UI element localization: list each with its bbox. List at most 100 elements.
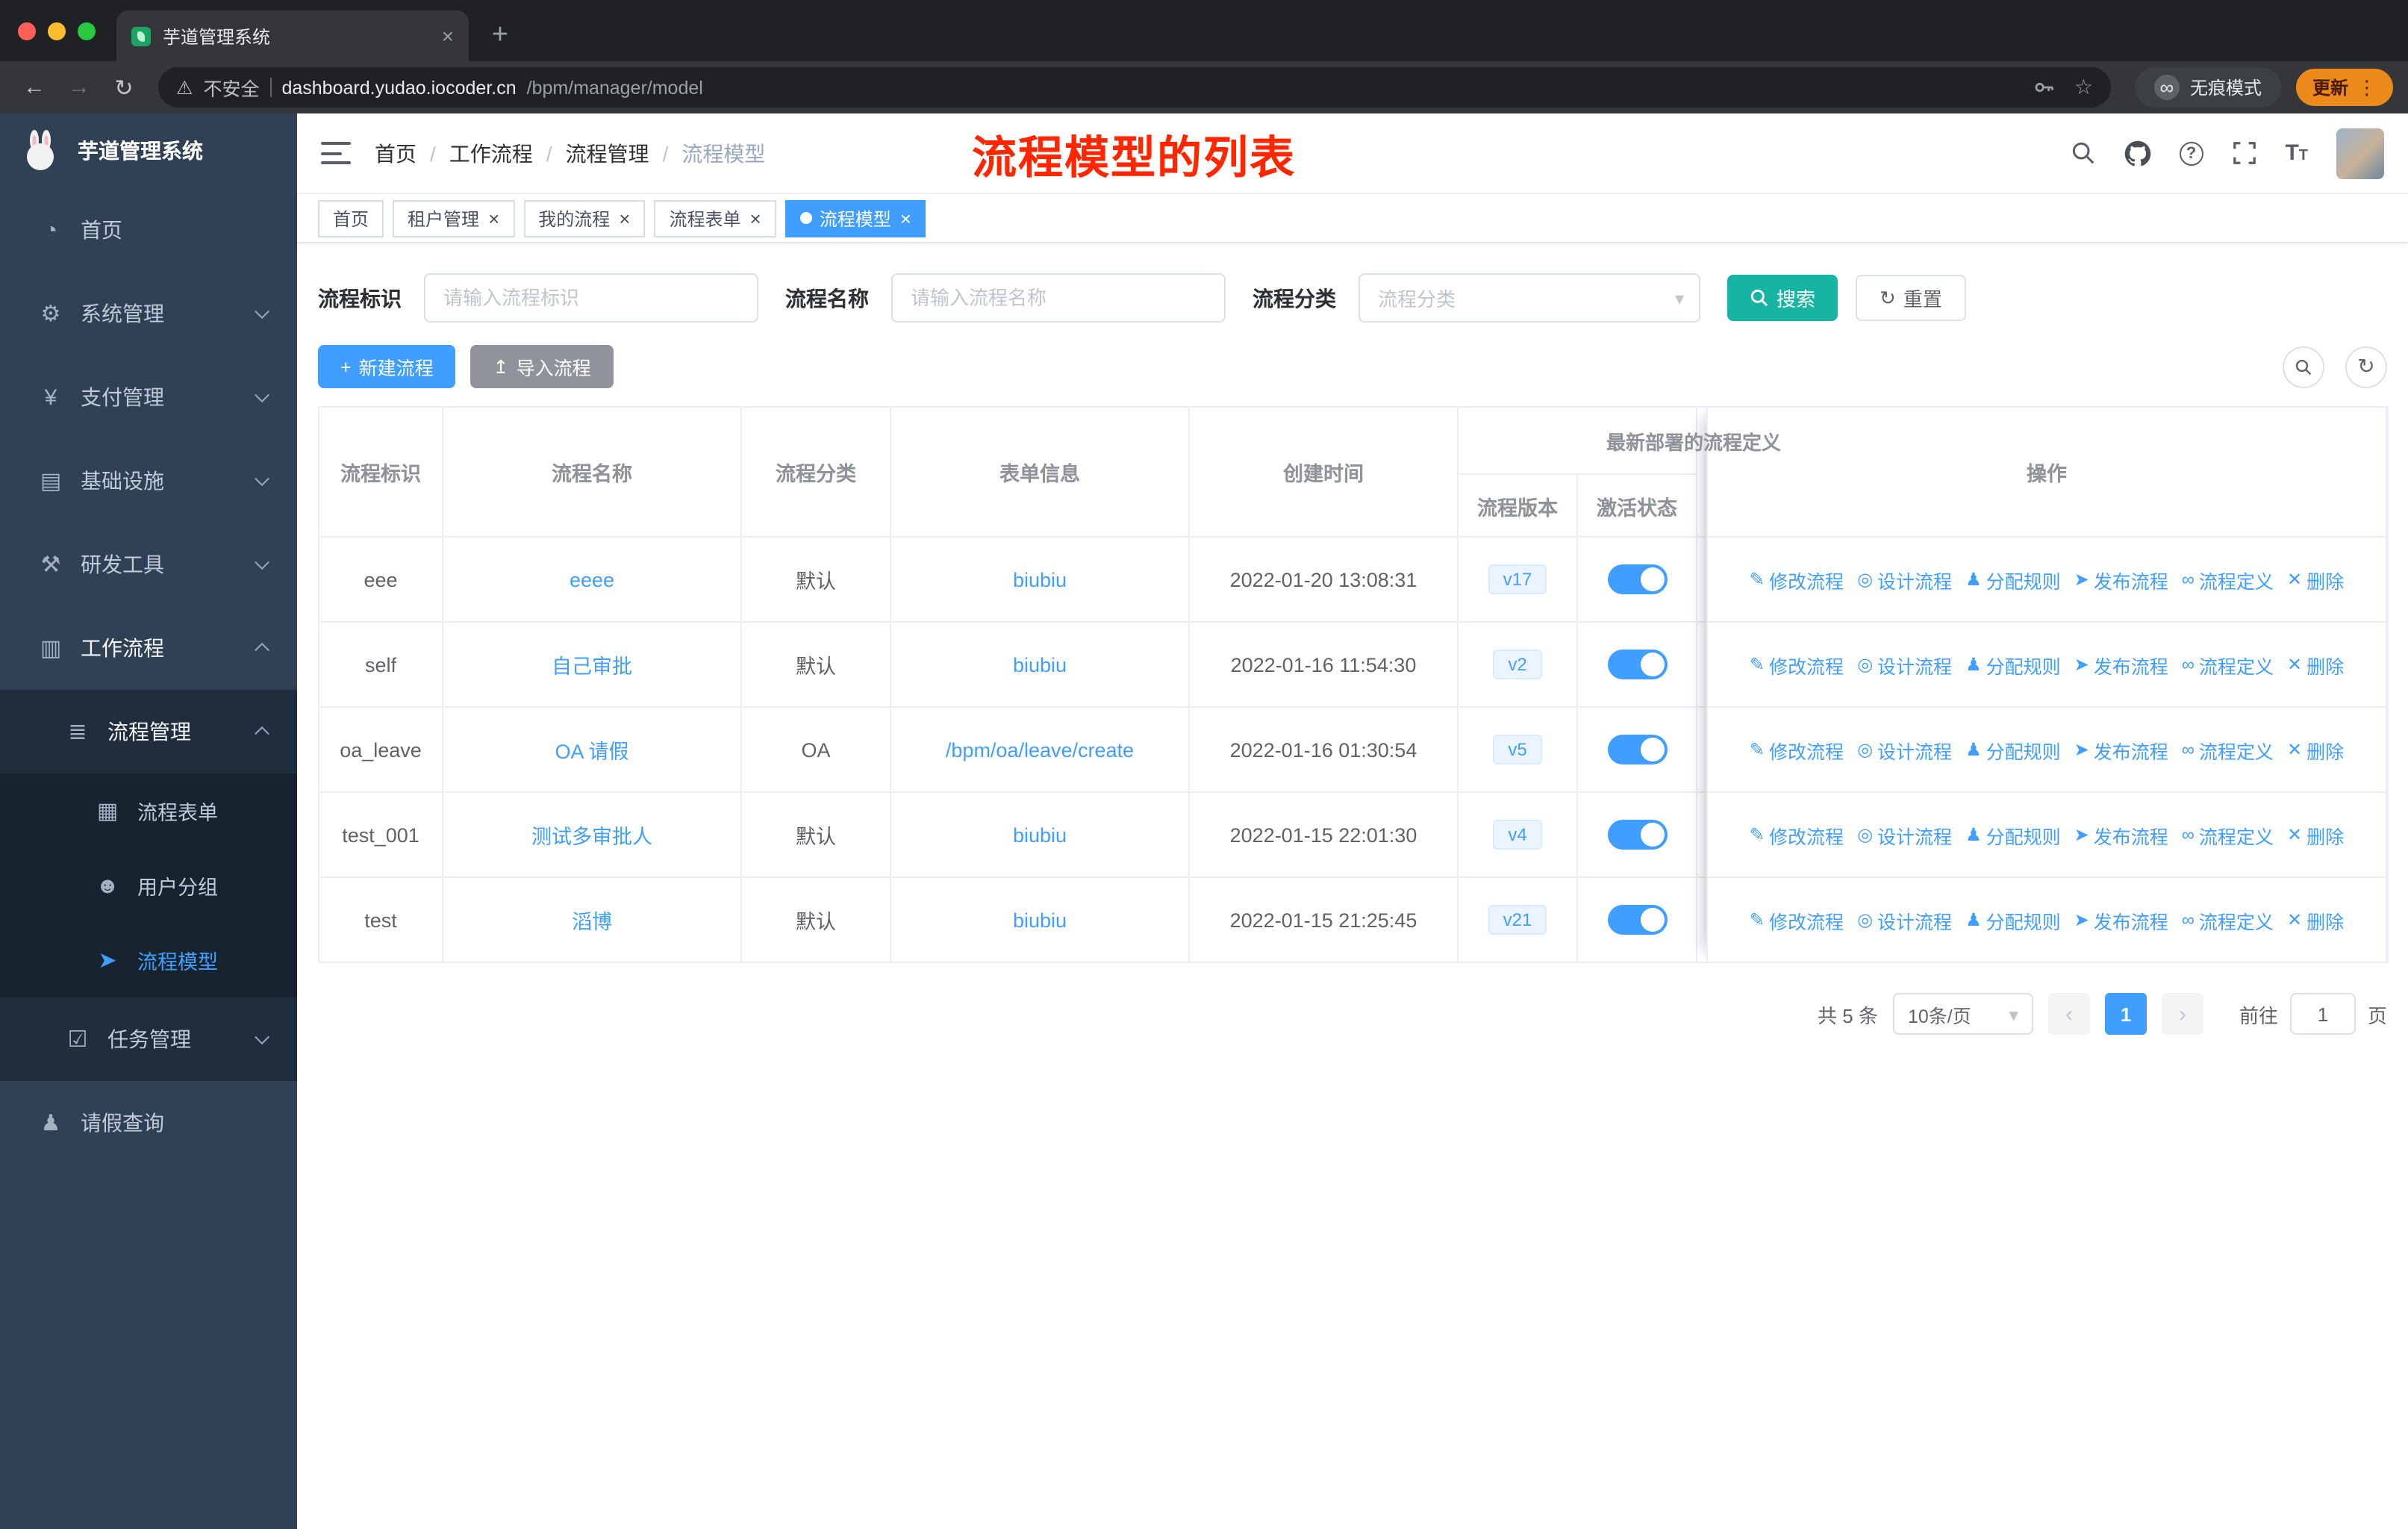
- process-name-input[interactable]: [891, 273, 1226, 323]
- delete-process-link[interactable]: ✕ 删除: [2287, 565, 2344, 594]
- tag-process-form[interactable]: 流程表单 ×: [654, 199, 776, 237]
- tag-process-model[interactable]: 流程模型 ×: [785, 199, 926, 237]
- help-icon[interactable]: ?: [2179, 141, 2203, 165]
- browser-update-button[interactable]: 更新 ⋮: [2295, 69, 2393, 106]
- process-name-link[interactable]: 滔博: [572, 911, 612, 933]
- address-bar[interactable]: ⚠ 不安全 dashboard.yudao.iocoder.cn /bpm/ma…: [158, 67, 2111, 108]
- sidebar-item-process-model[interactable]: ➤ 流程模型: [0, 923, 297, 997]
- sidebar-item-payment[interactable]: ¥ 支付管理: [0, 355, 297, 439]
- process-name-link[interactable]: 自己审批: [552, 655, 632, 678]
- next-page-button[interactable]: ›: [2161, 993, 2203, 1035]
- close-icon[interactable]: ×: [619, 208, 630, 228]
- fullscreen-icon[interactable]: [2231, 140, 2256, 166]
- process-definition-link[interactable]: ∞ 流程定义: [2182, 820, 2274, 849]
- zoom-window-button[interactable]: [78, 22, 96, 40]
- close-icon[interactable]: ×: [488, 208, 499, 228]
- sidebar-collapse-button[interactable]: [321, 142, 351, 164]
- close-icon[interactable]: ×: [750, 208, 761, 228]
- active-toggle[interactable]: [1607, 820, 1667, 850]
- assign-rule-link[interactable]: ♟ 分配规则: [1965, 565, 2061, 594]
- edit-process-link[interactable]: ✎ 修改流程: [1750, 820, 1844, 849]
- sidebar-item-devtools[interactable]: ⚒ 研发工具: [0, 523, 297, 606]
- sidebar-item-leave-query[interactable]: ♟ 请假查询: [0, 1081, 297, 1165]
- design-process-link[interactable]: ◎ 设计流程: [1857, 906, 1952, 934]
- user-avatar[interactable]: [2336, 128, 2384, 178]
- assign-rule-link[interactable]: ♟ 分配规则: [1965, 650, 2061, 679]
- design-process-link[interactable]: ◎ 设计流程: [1857, 565, 1952, 594]
- process-definition-link[interactable]: ∞ 流程定义: [2182, 565, 2274, 594]
- form-info-link[interactable]: biubiu: [1013, 568, 1067, 591]
- close-icon[interactable]: ×: [900, 208, 911, 228]
- page-number-button[interactable]: 1: [2104, 993, 2147, 1035]
- publish-process-link[interactable]: ➤ 发布流程: [2074, 650, 2168, 679]
- active-toggle[interactable]: [1607, 564, 1667, 594]
- reload-icon[interactable]: ↻: [105, 68, 143, 107]
- reset-button[interactable]: ↻ 重置: [1856, 275, 1966, 321]
- breadcrumb-item[interactable]: 工作流程: [449, 138, 533, 168]
- process-definition-link[interactable]: ∞ 流程定义: [2182, 735, 2274, 764]
- back-icon[interactable]: ←: [15, 68, 54, 107]
- password-key-icon[interactable]: [2034, 76, 2056, 99]
- font-size-icon[interactable]: [2285, 140, 2308, 166]
- publish-process-link[interactable]: ➤ 发布流程: [2074, 820, 2168, 849]
- edit-process-link[interactable]: ✎ 修改流程: [1750, 735, 1844, 764]
- close-window-button[interactable]: [18, 22, 36, 40]
- tag-my-process[interactable]: 我的流程 ×: [523, 199, 646, 237]
- new-tab-button[interactable]: +: [478, 13, 523, 58]
- security-label[interactable]: 不安全: [203, 73, 259, 102]
- form-info-link[interactable]: /bpm/oa/leave/create: [946, 738, 1134, 761]
- delete-process-link[interactable]: ✕ 删除: [2287, 820, 2344, 849]
- breadcrumb-item[interactable]: 流程管理: [566, 138, 649, 168]
- tag-home[interactable]: 首页: [318, 199, 384, 237]
- publish-process-link[interactable]: ➤ 发布流程: [2074, 906, 2168, 934]
- toggle-search-button[interactable]: [2283, 346, 2324, 387]
- search-icon[interactable]: [2070, 140, 2095, 166]
- active-toggle[interactable]: [1607, 650, 1667, 679]
- process-category-select[interactable]: 流程分类 ▾: [1359, 273, 1700, 323]
- design-process-link[interactable]: ◎ 设计流程: [1857, 820, 1952, 849]
- assign-rule-link[interactable]: ♟ 分配规则: [1965, 906, 2061, 934]
- process-name-link[interactable]: 测试多审批人: [531, 826, 652, 848]
- create-process-button[interactable]: + 新建流程: [318, 345, 456, 388]
- import-process-button[interactable]: ↥ 导入流程: [470, 345, 614, 388]
- process-name-link[interactable]: eeee: [570, 568, 614, 591]
- sidebar-item-system[interactable]: ⚙ 系统管理: [0, 272, 297, 355]
- forward-icon[interactable]: →: [60, 68, 99, 107]
- process-definition-link[interactable]: ∞ 流程定义: [2182, 906, 2274, 934]
- assign-rule-link[interactable]: ♟ 分配规则: [1965, 820, 2061, 849]
- delete-process-link[interactable]: ✕ 删除: [2287, 906, 2344, 934]
- process-definition-link[interactable]: ∞ 流程定义: [2182, 650, 2274, 679]
- active-toggle[interactable]: [1607, 735, 1667, 764]
- goto-page-input[interactable]: [2289, 993, 2356, 1035]
- edit-process-link[interactable]: ✎ 修改流程: [1750, 906, 1844, 934]
- sidebar-item-process-management[interactable]: ≣ 流程管理: [0, 690, 297, 773]
- sidebar-item-workflow[interactable]: ▥ 工作流程: [0, 606, 297, 690]
- form-info-link[interactable]: biubiu: [1013, 653, 1067, 676]
- sidebar-item-task-management[interactable]: ☑ 任务管理: [0, 997, 297, 1081]
- page-size-select[interactable]: 10条/页 ▾: [1892, 993, 2033, 1035]
- design-process-link[interactable]: ◎ 设计流程: [1857, 650, 1952, 679]
- edit-process-link[interactable]: ✎ 修改流程: [1750, 650, 1844, 679]
- tag-tenant-management[interactable]: 租户管理 ×: [393, 199, 515, 237]
- search-button[interactable]: 搜索: [1727, 275, 1838, 321]
- tab-close-icon[interactable]: ×: [442, 25, 454, 46]
- sidebar-item-user-group[interactable]: ☻ 用户分组: [0, 848, 297, 923]
- edit-process-link[interactable]: ✎ 修改流程: [1750, 565, 1844, 594]
- minimize-window-button[interactable]: [48, 22, 66, 40]
- process-key-input[interactable]: [424, 273, 758, 323]
- active-toggle[interactable]: [1607, 905, 1667, 935]
- prev-page-button[interactable]: ‹: [2047, 993, 2090, 1035]
- github-icon[interactable]: [2124, 140, 2150, 166]
- delete-process-link[interactable]: ✕ 删除: [2287, 650, 2344, 679]
- process-name-link[interactable]: OA 请假: [555, 741, 628, 763]
- browser-tab[interactable]: 芋道管理系统 ×: [116, 10, 469, 61]
- sidebar-item-home[interactable]: ◔ 首页: [0, 188, 297, 272]
- assign-rule-link[interactable]: ♟ 分配规则: [1965, 735, 2061, 764]
- menu-dots-icon[interactable]: ⋮: [2357, 75, 2377, 99]
- publish-process-link[interactable]: ➤ 发布流程: [2074, 735, 2168, 764]
- publish-process-link[interactable]: ➤ 发布流程: [2074, 565, 2168, 594]
- form-info-link[interactable]: biubiu: [1013, 909, 1067, 931]
- breadcrumb-item[interactable]: 首页: [375, 138, 417, 168]
- design-process-link[interactable]: ◎ 设计流程: [1857, 735, 1952, 764]
- bookmark-star-icon[interactable]: ☆: [2074, 75, 2093, 100]
